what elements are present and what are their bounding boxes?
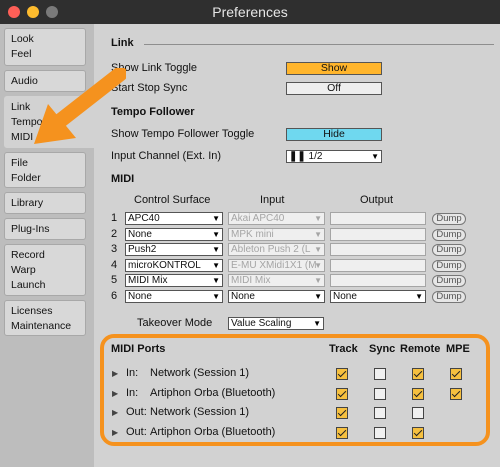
takeover-mode-dropdown[interactable]: Value Scaling ▼	[228, 317, 324, 330]
chevron-down-icon: ▼	[212, 261, 220, 270]
dropdown-value: None	[128, 229, 152, 240]
sidebar-item-label: Look	[11, 33, 34, 45]
window-title: Preferences	[212, 4, 288, 20]
dump-button[interactable]: Dump	[432, 229, 466, 241]
control-surface-dropdown[interactable]: None ▼	[125, 290, 223, 303]
sidebar-item-file-folder[interactable]: File Folder	[4, 152, 86, 188]
output-dropdown[interactable]	[330, 212, 426, 225]
sidebar-item-label: Warp	[11, 264, 36, 276]
chevron-down-icon: ▼	[415, 292, 423, 301]
arrow-pointer-icon	[34, 68, 126, 144]
input-channel-label: Input Channel (Ext. In)	[111, 150, 222, 162]
dump-button[interactable]: Dump	[432, 260, 466, 272]
sidebar-item-label: Folder	[11, 172, 41, 184]
sidebar-item-record-warp-launch[interactable]: Record Warp Launch	[4, 244, 86, 296]
dropdown-value: Push2	[128, 244, 157, 255]
dropdown-value: None	[333, 291, 357, 302]
takeover-mode-label: Takeover Mode	[137, 317, 213, 329]
sidebar-item-plug-ins[interactable]: Plug-Ins	[4, 218, 86, 240]
chevron-down-icon: ▼	[371, 152, 379, 161]
sidebar-item-label: File	[11, 157, 28, 169]
dump-button[interactable]: Dump	[432, 244, 466, 256]
chevron-down-icon: ▼	[314, 214, 322, 223]
dropdown-value: microKONTROL	[128, 260, 201, 271]
sidebar-item-label: Licenses	[11, 305, 53, 317]
show-tempo-follower-toggle-button[interactable]: Hide	[286, 128, 382, 141]
control-surface-dropdown[interactable]: microKONTROL ▼	[125, 259, 223, 272]
chevron-down-icon: ▼	[212, 292, 220, 301]
dump-button[interactable]: Dump	[432, 275, 466, 287]
sidebar-item-label: Launch	[11, 279, 46, 291]
chevron-down-icon: ▼	[212, 245, 220, 254]
input-header: Input	[260, 194, 285, 206]
dropdown-value: Ableton Push 2 (L	[231, 244, 311, 255]
output-dropdown[interactable]	[330, 228, 426, 241]
input-dropdown[interactable]: E-MU XMidi1X1 (M ▼	[228, 259, 325, 272]
output-dropdown[interactable]	[330, 274, 426, 287]
control-surface-dropdown[interactable]: APC40 ▼	[125, 212, 223, 225]
dropdown-value: Akai APC40	[231, 213, 285, 224]
chevron-down-icon: ▼	[212, 214, 220, 223]
control-surface-dropdown[interactable]: MIDI Mix ▼	[125, 274, 223, 287]
output-dropdown[interactable]: None ▼	[330, 290, 426, 303]
pause-bars-icon: ❚❚	[289, 151, 306, 162]
input-dropdown[interactable]: MIDI Mix ▼	[228, 274, 325, 287]
midi-ports-highlight	[100, 334, 490, 446]
section-divider	[144, 44, 494, 45]
control-surface-header: Control Surface	[134, 194, 211, 206]
sidebar-item-label: Record	[11, 249, 45, 261]
control-surface-dropdown[interactable]: Push2 ▼	[125, 243, 223, 256]
dropdown-value: Value Scaling	[231, 318, 292, 329]
chevron-down-icon: ▼	[212, 230, 220, 239]
dropdown-value: APC40	[128, 213, 160, 224]
input-dropdown[interactable]: Ableton Push 2 (L ▼	[228, 243, 325, 256]
row-number: 3	[111, 243, 118, 255]
input-dropdown[interactable]: MPK mini ▼	[228, 228, 325, 241]
control-surface-dropdown[interactable]: None ▼	[125, 228, 223, 241]
output-header: Output	[360, 194, 394, 206]
sidebar-item-label: Feel	[11, 48, 32, 60]
input-dropdown[interactable]: None ▼	[228, 290, 325, 303]
chevron-down-icon: ▼	[314, 292, 322, 301]
output-dropdown[interactable]	[330, 259, 426, 272]
row-number: 4	[111, 259, 118, 271]
dropdown-value: None	[128, 291, 152, 302]
chevron-down-icon: ▼	[313, 319, 321, 328]
dropdown-value: MIDI Mix	[128, 275, 168, 286]
sidebar-item-licenses-maintenance[interactable]: Licenses Maintenance	[4, 300, 86, 336]
show-link-toggle-button[interactable]: Show	[286, 62, 382, 75]
chevron-down-icon: ▼	[212, 276, 220, 285]
chevron-down-icon: ▼	[314, 276, 322, 285]
sidebar-item-label: Library	[11, 197, 44, 209]
dropdown-value: MIDI Mix	[231, 275, 271, 286]
chevron-down-icon: ▼	[314, 245, 322, 254]
link-section-title: Link	[111, 37, 134, 49]
row-number: 2	[111, 228, 118, 240]
sidebar-item-library[interactable]: Library	[4, 192, 86, 214]
dropdown-value: E-MU XMidi1X1 (M	[231, 260, 317, 271]
sidebar-item-label: Plug-Ins	[11, 223, 50, 235]
dump-button[interactable]: Dump	[432, 291, 466, 303]
chevron-down-icon: ▼	[314, 261, 322, 270]
chevron-down-icon: ▼	[314, 230, 322, 239]
midi-section-title: MIDI	[111, 173, 135, 185]
dropdown-value: None	[231, 291, 255, 302]
input-dropdown[interactable]: Akai APC40 ▼	[228, 212, 325, 225]
dropdown-value: MPK mini	[231, 229, 274, 240]
row-number: 6	[111, 290, 118, 302]
row-number: 5	[111, 274, 118, 286]
row-number: 1	[111, 212, 118, 224]
sidebar-item-label: Maintenance	[11, 320, 72, 332]
show-tempo-follower-toggle-label: Show Tempo Follower Toggle	[111, 128, 255, 140]
start-stop-sync-button[interactable]: Off	[286, 82, 382, 95]
dropdown-value: 1/2	[308, 151, 323, 162]
output-dropdown[interactable]	[330, 243, 426, 256]
dump-button[interactable]: Dump	[432, 213, 466, 225]
sidebar-item-look-feel[interactable]: Look Feel	[4, 28, 86, 66]
title-bar: Preferences	[0, 0, 500, 24]
input-channel-dropdown[interactable]: ❚❚ 1/2 ▼	[286, 150, 382, 163]
